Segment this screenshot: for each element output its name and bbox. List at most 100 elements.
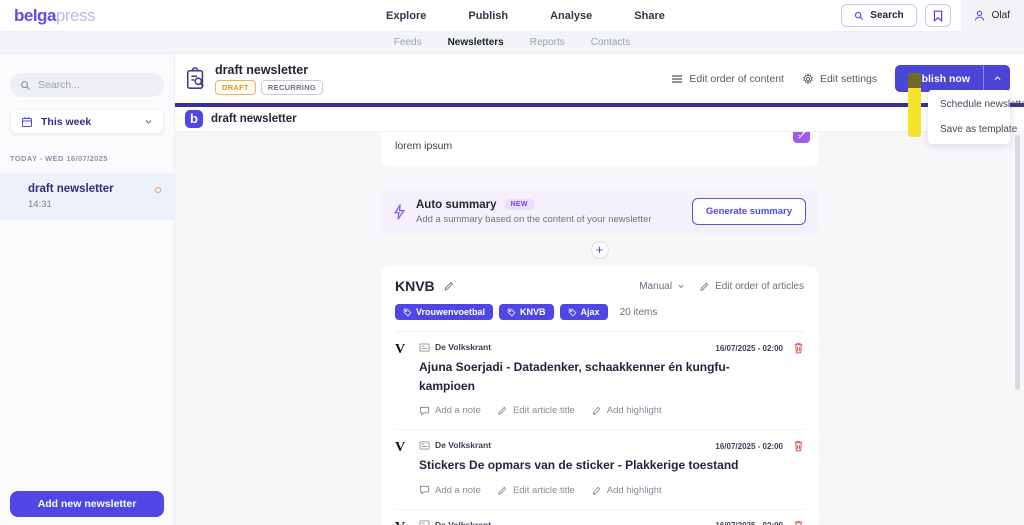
- search-icon: [20, 80, 31, 91]
- chevron-up-icon: [993, 74, 1002, 83]
- pencil-icon: [699, 281, 710, 292]
- article-row: V De Volkskrant Ajuna Soerjadi - Dataden…: [395, 331, 804, 418]
- highlighter-icon: [591, 485, 602, 496]
- source-logo: V: [395, 440, 409, 498]
- nav-item-explore[interactable]: Explore: [386, 10, 426, 22]
- brand-logo[interactable]: belgapress: [14, 6, 174, 26]
- generate-summary-button[interactable]: Generate summary: [692, 198, 806, 225]
- top-bar: belgapress Explore Publish Analyse Share…: [0, 0, 1024, 32]
- magic-wand-icon: [797, 132, 807, 140]
- add-note-button[interactable]: Add a note: [419, 485, 481, 496]
- edit-article-title-button[interactable]: Edit article title: [497, 485, 575, 496]
- main-panel: draft newsletter DRAFT RECURRING Edit or…: [175, 54, 1024, 525]
- edit-order-of-content-button[interactable]: Edit order of content: [671, 73, 784, 85]
- bookmarks-button[interactable]: [925, 4, 951, 27]
- subnav-item-feeds[interactable]: Feeds: [394, 37, 422, 48]
- date-group-header: TODAY - WED 16/07/2025: [10, 154, 174, 163]
- subnav-item-contacts[interactable]: Contacts: [591, 37, 630, 48]
- newspaper-icon: [419, 520, 430, 525]
- ai-assist-button[interactable]: [793, 132, 810, 143]
- source-name: De Volkskrant: [435, 520, 491, 525]
- vertical-scrollbar[interactable]: [1015, 135, 1020, 390]
- section-card-knvb: KNVB Manual: [381, 266, 818, 525]
- add-newsletter-button[interactable]: Add new newsletter: [10, 491, 164, 517]
- trash-icon[interactable]: [793, 342, 804, 354]
- new-badge: NEW: [504, 199, 535, 210]
- bookmark-icon: [933, 10, 943, 22]
- auto-summary-subtitle: Add a summary based on the content of yo…: [416, 214, 652, 225]
- edit-settings-label: Edit settings: [820, 73, 877, 85]
- article-row: V De Volkskrant Voetbal Ajax elftal in d…: [395, 509, 804, 525]
- newsletter-list-item[interactable]: draft newsletter 14:31: [0, 173, 174, 220]
- global-search-button[interactable]: Search: [841, 4, 916, 27]
- chevron-down-icon: [144, 117, 153, 126]
- recurring-badge: RECURRING: [261, 80, 323, 95]
- brand-logo-bold: belga: [14, 6, 56, 25]
- tag-pill-knvb[interactable]: KNVB: [499, 304, 554, 320]
- source-name: De Volkskrant: [435, 440, 491, 450]
- tag-icon: [403, 308, 412, 317]
- add-content-block-button[interactable]: +: [591, 241, 609, 259]
- auto-summary-title: Auto summary: [416, 199, 497, 211]
- newspaper-icon: [419, 441, 430, 450]
- article-title[interactable]: Ajuna Soerjadi - Datadenker, schaakkenne…: [419, 358, 804, 395]
- newsletter-search-icon: [185, 67, 207, 91]
- annotation-highlight-marker: [908, 73, 921, 137]
- publish-options-toggle[interactable]: [983, 65, 1010, 92]
- edit-section-title-button[interactable]: [443, 280, 455, 292]
- tag-pill-ajax[interactable]: Ajax: [560, 304, 608, 320]
- add-highlight-button[interactable]: Add highlight: [591, 405, 662, 416]
- add-highlight-button[interactable]: Add highlight: [591, 485, 662, 496]
- nav-item-share[interactable]: Share: [634, 10, 665, 22]
- belga-b-logo: b: [185, 110, 203, 128]
- auto-summary-card: Auto summary NEW Add a summary based on …: [381, 189, 818, 234]
- article-date: 16/07/2025 - 02:00: [715, 521, 783, 525]
- gear-icon: [802, 73, 814, 85]
- user-menu[interactable]: Olaf: [961, 0, 1024, 32]
- highlighter-icon: [591, 405, 602, 416]
- edit-article-title-button[interactable]: Edit article title: [497, 405, 575, 416]
- menu-item-schedule-newsletter[interactable]: Schedule newsletter: [928, 92, 1010, 117]
- search-icon: [854, 11, 864, 21]
- tag-pill-vrouwenvoetbal[interactable]: Vrouwenvoetbal: [395, 304, 493, 320]
- lightning-icon: [393, 204, 406, 220]
- add-note-button[interactable]: Add a note: [419, 405, 481, 416]
- global-search-label: Search: [870, 10, 903, 21]
- newsletter-header: draft newsletter DRAFT RECURRING Edit or…: [175, 54, 1024, 103]
- brand-logo-light: press: [56, 6, 95, 25]
- pencil-icon: [497, 485, 508, 496]
- article-title[interactable]: Stickers De opmars van de sticker - Plak…: [419, 456, 804, 475]
- trash-icon[interactable]: [793, 440, 804, 452]
- edit-settings-button[interactable]: Edit settings: [802, 73, 877, 85]
- tag-icon: [507, 308, 516, 317]
- list-icon: [671, 74, 683, 84]
- section-title: KNVB: [395, 278, 435, 294]
- sort-mode-dropdown[interactable]: Manual: [639, 281, 685, 292]
- edit-order-of-content-label: Edit order of content: [689, 73, 784, 85]
- newsletter-content-title: draft newsletter: [211, 113, 297, 125]
- sidebar-search-input[interactable]: [38, 79, 148, 91]
- nav-item-publish[interactable]: Publish: [468, 10, 508, 22]
- source-logo: V: [395, 520, 409, 525]
- items-count: 20 items: [620, 307, 658, 318]
- subnav-item-reports[interactable]: Reports: [530, 37, 565, 48]
- edit-order-of-articles-button[interactable]: Edit order of articles: [699, 281, 804, 292]
- sidebar-search[interactable]: [10, 73, 164, 97]
- draft-badge: DRAFT: [215, 80, 256, 95]
- intro-text: lorem ipsum: [395, 140, 804, 152]
- menu-item-save-as-template[interactable]: Save as template: [928, 117, 1010, 142]
- week-filter-dropdown[interactable]: This week: [10, 109, 164, 134]
- edit-order-of-articles-label: Edit order of articles: [715, 281, 804, 292]
- user-name: Olaf: [992, 10, 1010, 21]
- intro-text-block[interactable]: lorem ipsum: [381, 132, 818, 166]
- comment-icon: [419, 485, 430, 495]
- pencil-icon: [497, 405, 508, 416]
- draft-status-dot: [155, 187, 161, 193]
- sort-mode-value: Manual: [639, 281, 672, 292]
- week-filter-label: This week: [41, 116, 136, 128]
- newsletter-title: draft newsletter: [215, 63, 323, 77]
- subnav-item-newsletters[interactable]: Newsletters: [448, 37, 504, 48]
- article-date: 16/07/2025 - 02:00: [715, 344, 783, 353]
- nav-item-analyse[interactable]: Analyse: [550, 10, 592, 22]
- trash-icon[interactable]: [793, 520, 804, 525]
